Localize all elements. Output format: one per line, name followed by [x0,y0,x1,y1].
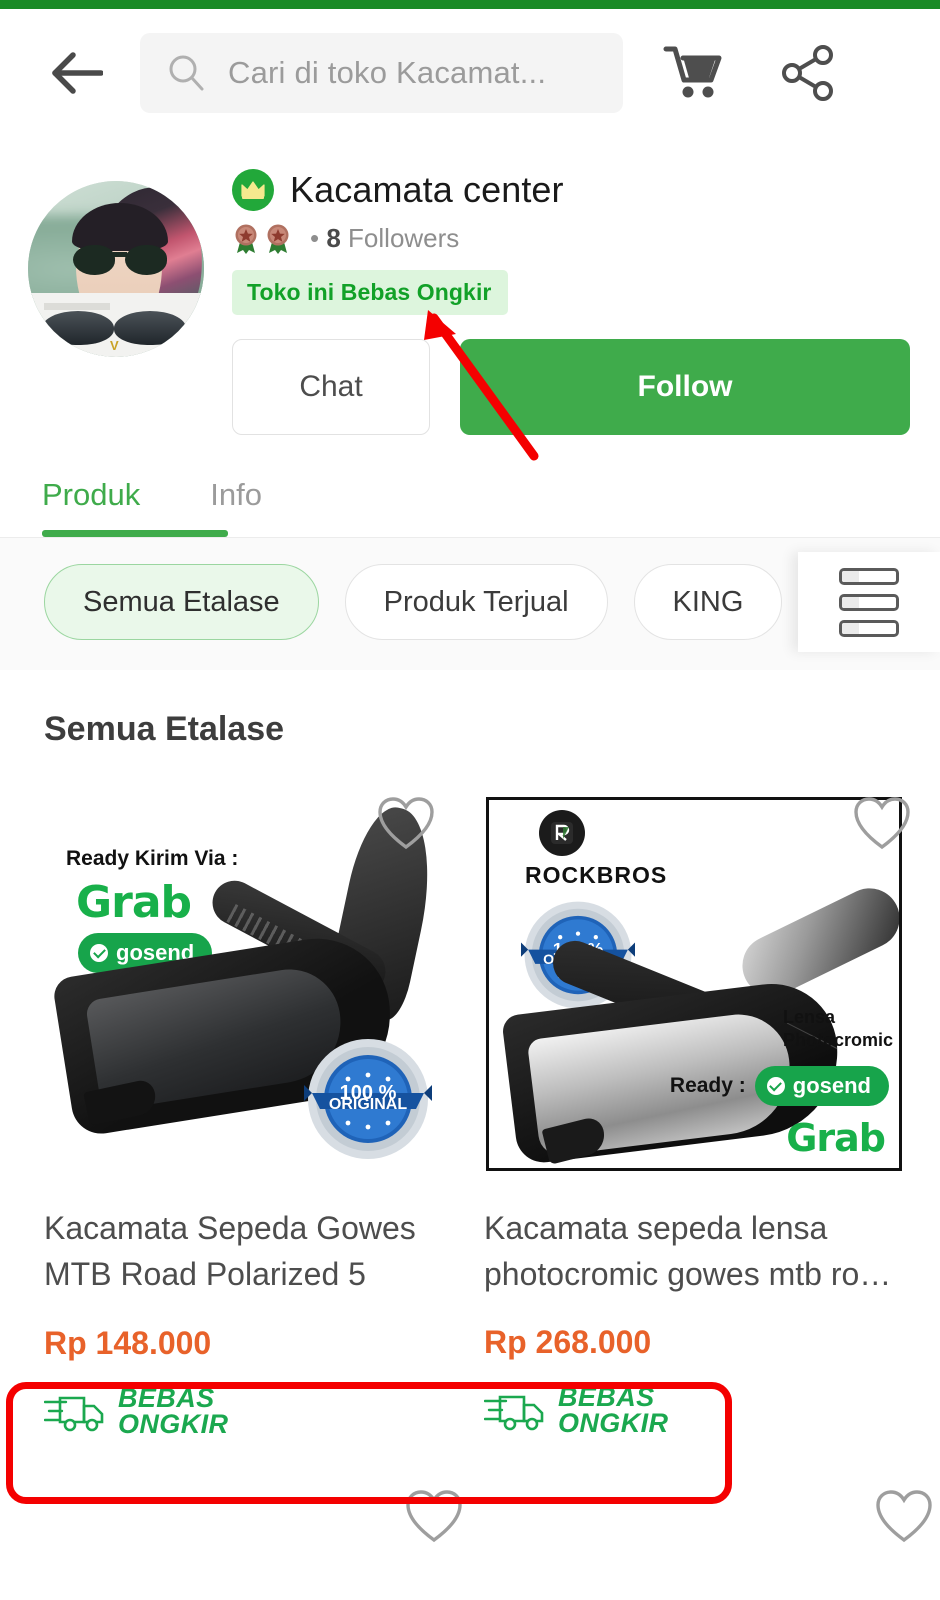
search-icon [169,55,204,91]
list-sort-icon [839,567,899,585]
favorite-button[interactable] [850,791,914,855]
followers-label: Followers [348,223,460,253]
gosend-label: gosend [792,1073,871,1098]
free-shipping-truck-icon [484,1395,544,1430]
tab-info[interactable]: Info [210,477,262,537]
sort-button[interactable] [798,552,940,652]
avatar-container: V [0,159,232,435]
medal-icon [267,224,289,254]
grab-logo: Grab [786,1116,886,1160]
free-shipping-line1: BEBAS [558,1381,655,1412]
medal-icon [235,224,257,254]
favorite-button[interactable] [402,1484,466,1548]
product-price: Rp 268.000 [484,1323,652,1360]
tab-bar: Produk Info [0,477,940,537]
cart-icon [663,46,722,98]
share-button[interactable] [771,36,845,110]
grab-logo: Grab [76,877,192,928]
cart-button[interactable] [657,36,731,110]
product-title: Kacamata sepeda lensa photocromic gowes … [484,1210,892,1293]
favorite-button[interactable] [872,1484,936,1548]
list-sort-icon-bar2 [839,593,899,611]
gosend-badge: gosend [754,1066,889,1106]
avatar-product-strip: V [28,293,204,357]
ready-kirim-label: Ready Kirim Via : [66,847,239,870]
original-badge-icon: 100 % ORIGINAL [304,1039,432,1159]
filter-chips-area: Semua Etalase Produk Terjual KING [0,538,940,670]
avatar-sunglasses [73,245,167,275]
section-title: Semua Etalase [44,710,285,748]
chip-king[interactable]: KING [633,564,783,640]
status-bar [0,0,940,9]
followers-count: 8 [326,223,341,253]
rockbros-logo-icon [539,810,585,856]
store-free-shipping-badge: Toko ini Bebas Ongkir [232,270,508,315]
product-card-partial[interactable] [0,1484,470,1574]
free-shipping-label: BEBAS ONGKIR [44,1385,442,1439]
top-app-bar: Cari di toko Kacamat... [0,9,940,137]
gosend-check-icon [90,944,108,962]
chat-button[interactable]: Chat [232,339,430,435]
product-card[interactable]: ROCKBROS 100 % ORIGINAL [470,785,940,1438]
ready-label: Ready : [669,1074,746,1097]
free-shipping-label: BEBAS ONGKIR [484,1381,918,1438]
chip-produk-terjual[interactable]: Produk Terjual [344,564,608,640]
lens-annotation: Lensa Photocromic [783,1006,893,1051]
product-image[interactable]: ROCKBROS 100 % ORIGINAL [484,785,918,1177]
share-icon [782,45,833,101]
store-meta: • 8 Followers [232,223,940,254]
store-actions: Chat Follow [232,339,940,435]
tab-produk[interactable]: Produk [42,477,140,537]
follow-button[interactable]: Follow [460,339,910,435]
free-shipping-text: BEBAS ONGKIR [118,1385,229,1439]
heart-outline-icon [378,797,434,850]
free-shipping-text: BEBAS ONGKIR [558,1381,669,1438]
svg-text:ORIGINAL: ORIGINAL [329,1096,407,1113]
lens-annotation-line2: Photocromic [782,1029,893,1050]
crown-badge-icon [232,169,274,211]
list-sort-icon-bar3 [839,619,899,637]
gosend-check-icon [766,1077,785,1095]
store-info: Kacamata center • 8 Followers Toko ini B… [232,159,940,435]
product-image[interactable]: Ready Kirim Via : Grab gosend 100 % ORIG… [44,785,442,1177]
store-header: V Kacamata center • 8 Followers Toko ini… [0,137,940,435]
favorite-button[interactable] [374,791,438,855]
product-card[interactable]: Ready Kirim Via : Grab gosend 100 % ORIG… [0,785,470,1438]
next-product-row [0,1438,940,1574]
free-shipping-line2: ONGKIR [558,1407,669,1438]
product-price: Rp 148.000 [44,1325,212,1361]
meta-separator: • [310,223,320,253]
followers-text: • 8 Followers [310,223,459,254]
store-name-row: Kacamata center [232,169,940,211]
lens-annotation-line1: Lensa [782,1007,836,1027]
product-title: Kacamata Sepeda Gowes MTB Road Polarized… [44,1210,416,1293]
chip-semua-etalase[interactable]: Semua Etalase [44,564,319,640]
app-root: Cari di toko Kacamat... V Kacamata cente… [0,0,940,1600]
search-input[interactable]: Cari di toko Kacamat... [140,33,623,113]
heart-outline-icon [406,1490,462,1542]
heart-outline-icon [854,797,910,850]
product-grid: Ready Kirim Via : Grab gosend 100 % ORIG… [0,749,940,1438]
store-name: Kacamata center [290,169,564,210]
search-placeholder-text: Cari di toko Kacamat... [228,55,547,90]
brand-name: ROCKBROS [525,862,668,888]
free-shipping-line2: ONGKIR [118,1408,229,1439]
product-artwork: ROCKBROS 100 % ORIGINAL [486,797,902,1171]
back-button[interactable] [42,38,112,108]
ready-row: Ready : gosend [670,1066,889,1106]
product-card-partial[interactable] [470,1484,940,1574]
heart-outline-icon [876,1490,932,1542]
arrow-left-icon [52,52,103,94]
avatar[interactable]: V [28,181,204,357]
free-shipping-truck-icon [44,1396,104,1432]
